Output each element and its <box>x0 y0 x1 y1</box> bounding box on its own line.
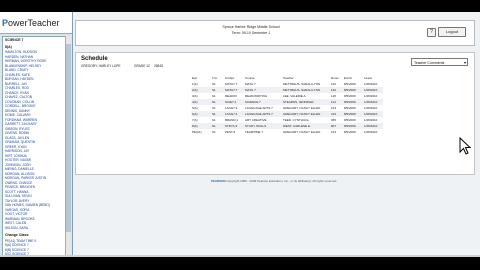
logo-text: owerTeacher <box>8 17 60 28</box>
main-area: Spruce Harbor Ridge Middle School Term: … <box>73 12 480 257</box>
mouse-cursor-icon <box>459 137 471 155</box>
view-select-value: Teacher Comments <box>414 61 445 65</box>
table-row[interactable]: PE(A1) S1 PEST.9 TEAMTIME 7 GREGORY, NANCY E… <box>191 129 383 135</box>
chevron-down-icon: ▾ <box>463 60 466 65</box>
cell-course-section: PEST.9 <box>225 130 236 134</box>
cell-leave: 1/28/2010 <box>364 130 378 134</box>
schedule-table: Exp Trm CrsSpt Course Teacher Room Enrol… <box>191 75 383 135</box>
page-title: Schedule <box>81 56 108 62</box>
cell-term: S1 <box>212 130 216 134</box>
header-banner: Spruce Harbor Ridge Middle School Term: … <box>75 20 475 46</box>
schedule-panel: Schedule GREGORY, HARLEY LUPE GRADE 12 2… <box>75 52 475 175</box>
pearson-logo: PEARSON <box>210 179 226 183</box>
logout-button[interactable]: Logout <box>438 27 466 37</box>
school-name: Spruce Harbor Ridge Middle School <box>222 25 280 29</box>
cell-enroll: 8/5/2009 <box>344 130 356 134</box>
help-button[interactable]: ? <box>427 28 436 37</box>
view-select[interactable]: Teacher Comments ▾ <box>411 58 468 66</box>
scrollbar-thumb[interactable] <box>66 44 71 232</box>
student-grade: GRADE 12 <box>134 64 150 68</box>
term-label: Term: 09-10 Semester 1 <box>231 31 271 35</box>
cell-exp: PE(A1) <box>192 130 202 134</box>
sidebar: P owerTeacher SCIENCE 7 8(A) HAMILTON, H… <box>0 12 73 257</box>
copyright-text: Copyright 2005 - 2009 Pearson Education,… <box>226 179 338 183</box>
sidebar-scrollbar[interactable] <box>65 36 71 254</box>
cell-teacher: GREGORY, NANCY ELLEN <box>283 130 321 134</box>
footer: PEARSON Copyright 2005 - 2009 Pearson Ed… <box>75 179 473 183</box>
student-list: HAMILTON, HUDSON HARDEN, NATHAN HERMAN, DO… <box>3 50 65 230</box>
video-letterbox-bottom <box>0 257 480 270</box>
class-list: PE(A1) TEAM TIME 9 8(A) SCIENCE 7 8(B) SCI… <box>3 239 65 256</box>
schedule-rows: 1(A) S1 MATH7.7 MATH 7 METTREUS, SARAH LYNN 1… <box>191 81 383 135</box>
student-id: 2684S <box>154 64 164 68</box>
video-letterbox-top <box>0 0 480 12</box>
powerteacher-window: P owerTeacher SCIENCE 7 8(A) HAMILTON, H… <box>0 12 480 257</box>
cell-room: 213 <box>331 130 337 134</box>
powerteacher-logo: P owerTeacher <box>0 12 72 34</box>
change-class-label: Change Class: <box>5 233 30 237</box>
student-list-panel: SCIENCE 7 8(A) HAMILTON, HUDSON HARDEN, N… <box>2 36 66 256</box>
student-name: GREGORY, HARLEY LUPE <box>81 64 121 68</box>
cell-course: TEAMTIME 7 <box>245 130 264 134</box>
